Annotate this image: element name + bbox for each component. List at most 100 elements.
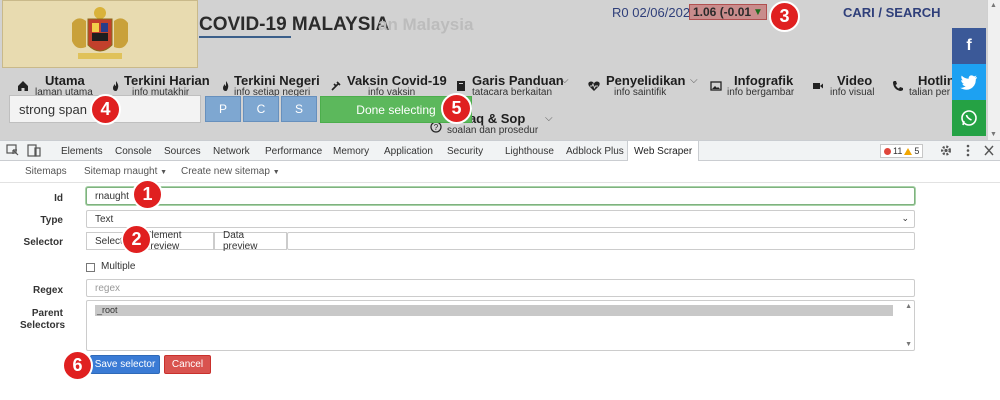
select-parent-button[interactable]: P <box>205 96 241 122</box>
error-warning-counter[interactable]: 11 5 <box>880 144 924 158</box>
twitter-bird-icon <box>960 74 977 90</box>
tab-adblock-plus[interactable]: Adblock Plus <box>566 141 624 161</box>
chevron-down-icon: ⌄ <box>901 213 909 223</box>
site-scrollbar[interactable]: ▲ ▼ <box>987 0 1000 140</box>
rt-value: 1.06 (-0.01 <box>693 5 752 19</box>
multiple-label: Multiple <box>101 261 136 272</box>
inspect-element-icon[interactable] <box>6 144 20 157</box>
callout-badge-6: 6 <box>62 350 93 381</box>
chevron-down-icon: ⌵ <box>690 75 698 86</box>
caret-down-icon: ▼ <box>160 169 168 176</box>
multiple-checkbox[interactable] <box>86 263 95 272</box>
nav-sub: tatacara berkaitan <box>472 87 553 98</box>
parent-selectors-label-2: Selectors <box>20 320 66 331</box>
scroll-down-arrow-icon[interactable]: ▼ <box>905 341 912 348</box>
create-sitemap-menu[interactable]: Create new sitemap ▼ <box>181 166 280 177</box>
site-title[interactable]: COVID-19 MALAYSIA <box>199 14 389 36</box>
callout-badge-4: 4 <box>90 94 121 125</box>
devtools-tab-bar: Elements Console Sources Network Perform… <box>0 140 1000 161</box>
id-input[interactable]: rnaught <box>86 187 915 205</box>
malaysia-coat-of-arms-logo[interactable] <box>2 0 198 68</box>
nav-sub: info bergambar <box>727 87 795 98</box>
chevron-down-icon: ⌵ <box>545 113 553 124</box>
selector-label: Selector <box>23 237 63 248</box>
nav-label: Hotlin <box>918 73 952 88</box>
tab-console[interactable]: Console <box>115 141 152 161</box>
parent-selectors-list[interactable]: _root ▲ ▼ <box>86 300 915 351</box>
scroll-down-arrow-icon[interactable]: ▼ <box>990 131 997 138</box>
website-viewport: COVID-19 MALAYSIA an Malaysia R0 02/06/2… <box>0 0 1000 140</box>
error-icon <box>884 147 891 155</box>
chevron-down-icon: ⌵ <box>561 75 569 86</box>
facebook-icon[interactable]: f <box>952 28 986 64</box>
svg-text:?: ? <box>434 123 439 132</box>
more-options-icon[interactable] <box>961 144 975 157</box>
phone-icon <box>893 81 903 91</box>
callout-badge-5: 5 <box>441 93 472 124</box>
parent-selectors-label-1: Parent <box>31 308 63 319</box>
regex-input[interactable]: regex <box>86 279 915 297</box>
tab-performance[interactable]: Performance <box>265 141 322 161</box>
warning-icon <box>904 147 913 155</box>
tab-memory[interactable]: Memory <box>333 141 369 161</box>
nav-item-garis-panduan[interactable]: Garis Panduan tatacara berkaitan ⌵ <box>455 73 575 99</box>
nav-label: Terkini Harian <box>124 73 210 88</box>
sitemap-menu-label: Sitemap rnaught <box>84 166 158 177</box>
whatsapp-icon[interactable] <box>952 100 986 136</box>
id-label: Id <box>54 193 63 204</box>
nav-sub: soalan dan prosedur <box>447 125 539 136</box>
tab-web-scraper[interactable]: Web Scraper <box>627 141 700 161</box>
close-icon[interactable] <box>982 144 996 157</box>
whatsapp-glyph-icon <box>961 110 977 126</box>
sitemaps-link[interactable]: Sitemaps <box>25 166 67 177</box>
callout-badge-2: 2 <box>121 224 152 255</box>
cancel-button[interactable]: Cancel <box>164 355 211 374</box>
heartbeat-icon <box>588 81 600 91</box>
nav-item-penyelidikan[interactable]: Penyelidikan info saintifik ⌵ <box>588 73 703 99</box>
type-select[interactable]: Text ⌄ <box>86 210 915 228</box>
tab-security[interactable]: Security <box>447 141 483 161</box>
create-sitemap-label: Create new sitemap <box>181 166 270 177</box>
sitemap-menu[interactable]: Sitemap rnaught ▼ <box>84 166 167 177</box>
settings-gear-icon[interactable] <box>939 144 953 157</box>
error-count: 11 <box>893 146 903 156</box>
video-camera-icon <box>813 83 823 89</box>
callout-badge-1: 1 <box>132 179 163 210</box>
save-selector-button[interactable]: Save selector <box>90 355 160 374</box>
data-preview-button[interactable]: Data preview <box>214 230 287 252</box>
search-link[interactable]: CARI / SEARCH <box>843 5 941 20</box>
regex-label: Regex <box>32 285 63 296</box>
home-icon <box>18 81 28 91</box>
scroll-up-arrow-icon[interactable]: ▲ <box>990 2 997 9</box>
tab-network[interactable]: Network <box>213 141 250 161</box>
nav-item-video[interactable]: Video info visual <box>812 73 882 99</box>
warning-count: 5 <box>914 146 920 156</box>
nav-label: Garis Panduan <box>472 73 564 88</box>
caret-down-icon: ▼ <box>272 169 280 176</box>
select-sibling-button[interactable]: S <box>281 96 317 122</box>
book-icon <box>457 81 465 91</box>
nav-item-hotline[interactable]: Hotlin talian per <box>892 73 952 99</box>
fire-icon <box>113 81 119 91</box>
nav-sub: info saintifik <box>614 87 667 98</box>
tab-application[interactable]: Application <box>384 141 433 161</box>
nav-sub: info visual <box>830 87 875 98</box>
tab-elements[interactable]: Elements <box>61 141 103 161</box>
select-child-button[interactable]: C <box>243 96 279 122</box>
tab-lighthouse[interactable]: Lighthouse <box>505 141 554 161</box>
nav-label: Utama <box>45 73 85 88</box>
nav-label: Terkini Negeri <box>234 73 320 88</box>
selector-input[interactable] <box>287 232 915 250</box>
tab-sources[interactable]: Sources <box>164 141 201 161</box>
twitter-icon[interactable] <box>952 64 986 100</box>
type-label: Type <box>40 215 63 226</box>
parent-option-root[interactable]: _root <box>95 305 893 316</box>
type-select-value: Text <box>95 214 114 225</box>
nav-item-infografik[interactable]: Infografik info bergambar <box>710 73 800 99</box>
fire-icon <box>223 81 229 91</box>
rt-value-highlight: 1.06 (-0.01 ▼ <box>689 4 767 20</box>
device-toolbar-icon[interactable] <box>27 144 41 157</box>
select-button-label: Select <box>95 235 123 247</box>
syringe-icon <box>331 81 341 91</box>
scroll-up-arrow-icon[interactable]: ▲ <box>905 303 912 310</box>
